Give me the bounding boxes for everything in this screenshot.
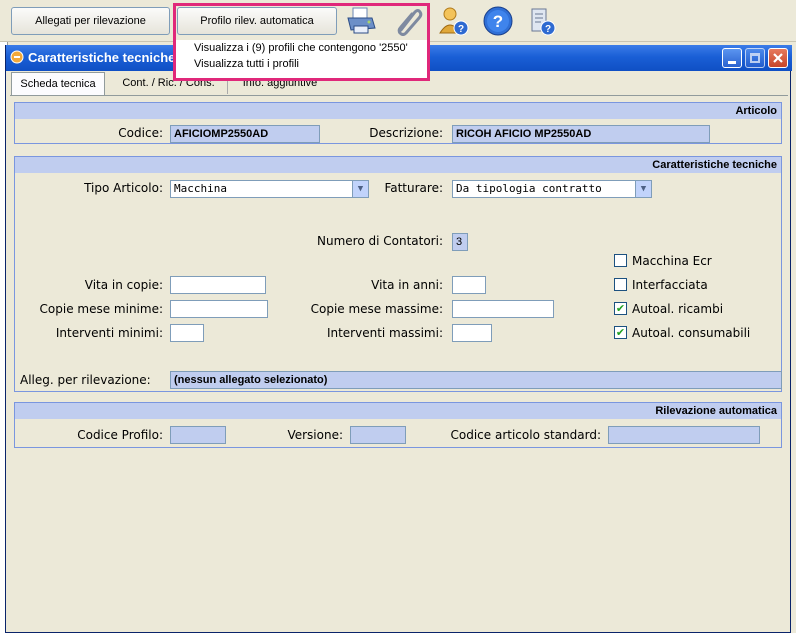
articolo-header: Articolo bbox=[15, 103, 781, 119]
descrizione-field[interactable]: RICOH AFICIO MP2550AD bbox=[452, 125, 710, 143]
caratteristiche-window: Caratteristiche tecniche Scheda tecnica … bbox=[5, 45, 792, 633]
interfacciata-checkbox[interactable] bbox=[614, 278, 627, 291]
svg-text:?: ? bbox=[493, 12, 503, 31]
interventi-minimi-label: Interventi minimi: bbox=[55, 326, 163, 340]
menu-item-visualizza-profili-2550[interactable]: Visualizza i (9) profili che contengono … bbox=[176, 40, 427, 56]
versione-label: Versione: bbox=[287, 428, 343, 442]
copie-mese-minime-label: Copie mese minime: bbox=[39, 302, 163, 316]
tab-divider bbox=[10, 95, 788, 96]
vita-copie-label: Vita in copie: bbox=[84, 278, 163, 292]
alleg-rilevazione-label: Alleg. per rilevazione: bbox=[20, 373, 151, 387]
copie-mese-massime-field[interactable] bbox=[452, 300, 554, 318]
rilevazione-group: Rilevazione automatica Codice Profilo: V… bbox=[14, 402, 782, 448]
vita-anni-field[interactable] bbox=[452, 276, 486, 294]
vita-anni-label: Vita in anni: bbox=[371, 278, 443, 292]
autoal-ricambi-label: Autoal. ricambi bbox=[632, 302, 724, 316]
articolo-group: Articolo Codice: AFICIOMP2550AD Descrizi… bbox=[14, 102, 782, 144]
document-help-icon[interactable]: ? bbox=[525, 4, 559, 38]
numero-contatori-field[interactable]: 3 bbox=[452, 233, 468, 251]
minimize-icon bbox=[728, 61, 736, 64]
maximize-button[interactable] bbox=[745, 48, 765, 68]
codice-articolo-standard-field[interactable] bbox=[608, 426, 760, 444]
tipo-articolo-value: Macchina bbox=[174, 182, 227, 195]
rilevazione-header: Rilevazione automatica bbox=[15, 403, 781, 419]
maximize-icon bbox=[750, 53, 760, 63]
codice-profilo-field[interactable] bbox=[170, 426, 226, 444]
fatturare-value: Da tipologia contratto bbox=[456, 182, 602, 195]
svg-text:?: ? bbox=[545, 24, 551, 35]
svg-text:?: ? bbox=[458, 24, 464, 35]
chevron-down-icon: ▼ bbox=[635, 181, 651, 197]
autoal-consumabili-label: Autoal. consumabili bbox=[632, 326, 751, 340]
codice-label: Codice: bbox=[118, 126, 163, 140]
codice-profilo-label: Codice Profilo: bbox=[77, 428, 163, 442]
allegati-button[interactable]: Allegati per rilevazione bbox=[11, 7, 170, 35]
versione-field[interactable] bbox=[350, 426, 406, 444]
tab-scheda-tecnica[interactable]: Scheda tecnica bbox=[11, 72, 105, 95]
help-icon[interactable]: ? bbox=[481, 4, 515, 38]
caratteristiche-group: Caratteristiche tecniche Tipo Articolo: … bbox=[14, 156, 782, 392]
window-title: Caratteristiche tecniche bbox=[28, 50, 176, 65]
minimize-button[interactable] bbox=[722, 48, 742, 68]
fatturare-label: Fatturare: bbox=[384, 181, 443, 195]
fatturare-select[interactable]: Da tipologia contratto ▼ bbox=[452, 180, 652, 198]
autoal-consumabili-checkbox[interactable]: ✔ bbox=[614, 326, 627, 339]
codice-articolo-standard-label: Codice articolo standard: bbox=[450, 428, 602, 442]
close-button[interactable] bbox=[768, 48, 788, 68]
window-app-icon bbox=[10, 50, 24, 67]
vita-copie-field[interactable] bbox=[170, 276, 266, 294]
codice-field[interactable]: AFICIOMP2550AD bbox=[170, 125, 320, 143]
copie-mese-massime-label: Copie mese massime: bbox=[310, 302, 443, 316]
caratteristiche-header: Caratteristiche tecniche bbox=[15, 157, 781, 173]
alleg-rilevazione-field[interactable]: (nessun allegato selezionato) bbox=[170, 371, 782, 389]
interventi-massimi-label: Interventi massimi: bbox=[326, 326, 443, 340]
macchina-ecr-checkbox[interactable] bbox=[614, 254, 627, 267]
interventi-massimi-field[interactable] bbox=[452, 324, 492, 342]
descrizione-label: Descrizione: bbox=[369, 126, 443, 140]
interventi-minimi-field[interactable] bbox=[170, 324, 204, 342]
tipo-articolo-select[interactable]: Macchina ▼ bbox=[170, 180, 369, 198]
interfacciata-label: Interfacciata bbox=[632, 278, 708, 292]
macchina-ecr-label: Macchina Ecr bbox=[632, 254, 712, 268]
autoal-ricambi-checkbox[interactable]: ✔ bbox=[614, 302, 627, 315]
copie-mese-minime-field[interactable] bbox=[170, 300, 268, 318]
close-icon bbox=[773, 53, 783, 63]
user-help-icon[interactable]: ? bbox=[437, 4, 471, 38]
tipo-articolo-label: Tipo Articolo: bbox=[84, 181, 163, 195]
numero-contatori-label: Numero di Contatori: bbox=[317, 234, 443, 248]
profilo-dropdown-menu: Visualizza i (9) profili che contengono … bbox=[176, 40, 427, 78]
menu-item-visualizza-tutti[interactable]: Visualizza tutti i profili bbox=[176, 56, 427, 72]
